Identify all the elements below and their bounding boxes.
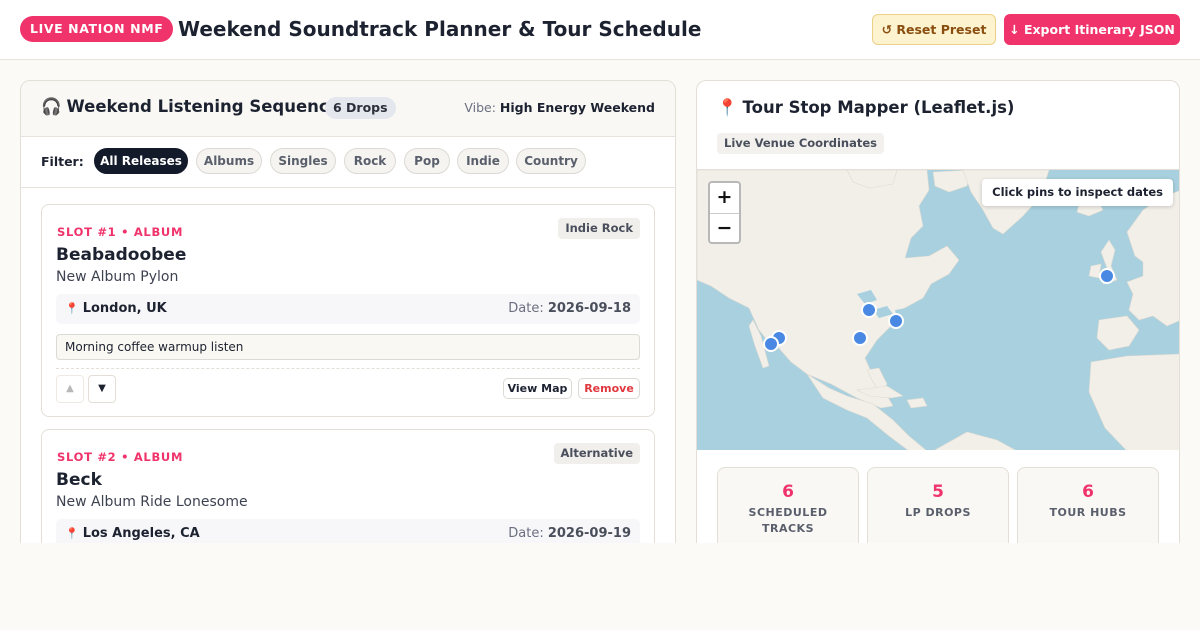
tour-mapper-panel: 📍 Tour Stop Mapper (Leaflet.js) Live Venu… [696,80,1180,543]
pin-west-coast [763,336,779,352]
tour-map[interactable]: + − Click pins to inspect dates [697,169,1179,450]
brand-badge: LIVE NATION NMF [20,16,174,42]
date-value: 2026-09-19 [547,526,631,541]
map-pin-icon: 📍 [717,98,738,117]
filter-bar: Filter: All Releases Albums Singles Rock… [21,137,675,188]
slot-label: SLOT #1 • ALBUM [57,225,184,239]
filter-label: Filter: [41,154,84,169]
stat-value: 6 [1082,482,1094,502]
venue-coordinates-badge: Live Venue Coordinates [717,133,884,154]
filter-chip-singles[interactable]: Singles [270,148,336,174]
mapper-title: 📍 Tour Stop Mapper (Leaflet.js) [717,97,1014,119]
filter-chip-all-releases[interactable]: All Releases [94,148,188,174]
map-pin-icon: 📍 [65,527,79,540]
release-date: Date: 2026-09-19 [508,526,631,542]
filter-chip-albums[interactable]: Albums [196,148,262,174]
remove-button[interactable]: Remove [578,378,640,399]
pin-nashville [852,330,868,346]
date-value: 2026-09-18 [547,301,631,316]
artist-name: Beabadoobee [56,245,187,265]
map-tiles [697,170,1179,450]
listening-sequence-panel: 🎧 Weekend Listening Sequence 6 Drops Vibe… [20,80,676,543]
panel-header: 🎧 Weekend Listening Sequence 6 Drops Vibe… [21,81,675,137]
venue-location-text: London, UK [82,301,167,316]
release-date: Date: 2026-09-18 [508,301,631,317]
venue-row: 📍 Los Angeles, CA Date: 2026-09-19 [56,519,640,543]
panel-title: 🎧 Weekend Listening Sequence [41,96,340,118]
arrow-up-icon: ▲ [66,383,74,394]
listening-note-input[interactable]: Morning coffee warmup listen [56,334,640,360]
date-label: Date: [508,301,544,316]
zoom-control: + − [708,181,741,244]
release-card: SLOT #2 • ALBUM Alternative Beck New Alb… [41,429,655,543]
artist-name: Beck [56,470,102,490]
main-content: 🎧 Weekend Listening Sequence 6 Drops Vibe… [0,60,1200,543]
map-hint-tooltip: Click pins to inspect dates [982,179,1173,206]
card-divider [56,368,640,369]
pin-new-york [888,313,904,329]
reset-preset-button[interactable]: ↺ Reset Preset [872,14,996,45]
stat-value: 6 [782,482,794,502]
venue-location: 📍 Los Angeles, CA [65,526,200,542]
stat-label: LP DROPS [905,506,971,519]
move-down-button[interactable]: ▼ [88,375,116,403]
drops-count-badge: 6 Drops [325,97,396,119]
vibe-label: Vibe: [464,100,496,115]
slot-label: SLOT #2 • ALBUM [57,450,184,464]
stat-label: SCHEDULED TRACKS [748,506,828,535]
filter-chip-indie[interactable]: Indie [457,148,509,174]
stat-scheduled-tracks: 6 SCHEDULED TRACKS [717,467,859,543]
genre-badge: Indie Rock [558,218,640,239]
view-map-button[interactable]: View Map [503,378,572,399]
vibe-value: High Energy Weekend [499,100,655,115]
stat-value: 5 [932,482,944,502]
move-up-button[interactable]: ▲ [56,375,84,403]
filter-chip-country[interactable]: Country [516,148,586,174]
stat-lp-drops: 5 LP DROPS [867,467,1009,543]
vibe-indicator: Vibe: High Energy Weekend [464,100,655,116]
pin-london [1099,268,1115,284]
map-pin-icon: 📍 [65,302,79,315]
mapper-title-text: Tour Stop Mapper (Leaflet.js) [742,98,1015,117]
genre-badge: Alternative [553,443,640,464]
stat-tour-hubs: 6 TOUR HUBS [1017,467,1159,543]
arrow-down-icon: ▼ [98,383,106,394]
venue-row: 📍 London, UK Date: 2026-09-18 [56,294,640,324]
album-title: New Album Ride Lonesome [56,494,248,510]
filter-chip-rock[interactable]: Rock [344,148,396,174]
zoom-in-button[interactable]: + [710,183,739,212]
panel-title-text: Weekend Listening Sequence [66,97,340,116]
export-itinerary-button[interactable]: ↓ Export Itinerary JSON [1004,14,1180,45]
stat-label: TOUR HUBS [1049,506,1127,519]
release-card: SLOT #1 • ALBUM Indie Rock Beabadoobee N… [41,204,655,417]
zoom-out-button[interactable]: − [710,213,739,242]
venue-location: 📍 London, UK [65,301,167,317]
album-title: New Album Pylon [56,269,179,285]
filter-chip-pop[interactable]: Pop [404,148,450,174]
pin-chicago [861,302,877,318]
date-label: Date: [508,526,544,541]
venue-location-text: Los Angeles, CA [82,526,200,541]
headphones-icon: 🎧 [41,97,62,116]
app-title: Weekend Soundtrack Planner & Tour Schedu… [178,17,702,41]
top-bar: LIVE NATION NMF Weekend Soundtrack Plann… [0,0,1200,60]
